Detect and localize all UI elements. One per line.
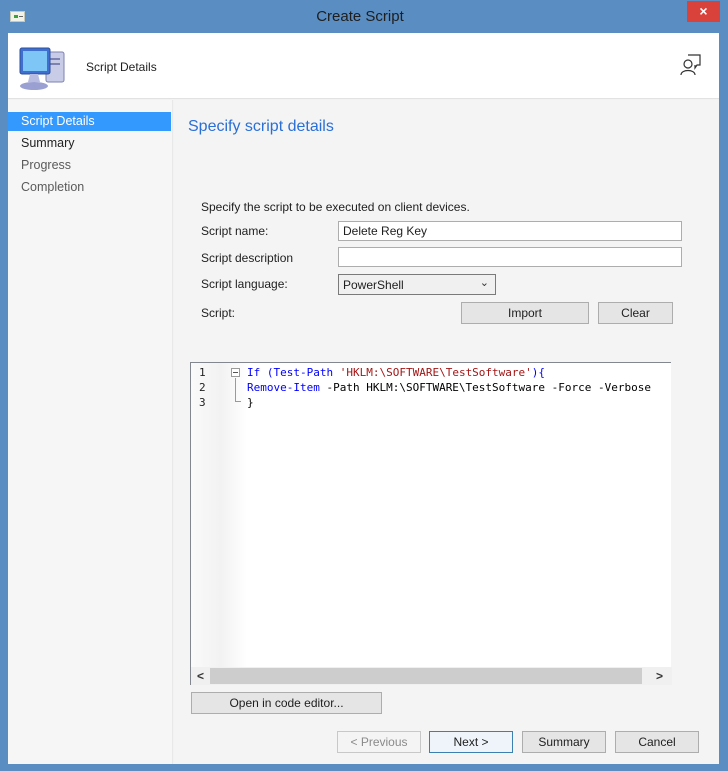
open-in-code-editor-button[interactable]: Open in code editor... <box>191 692 382 714</box>
wizard-header: Script Details <box>8 33 719 99</box>
wizard-body: Script Details Script Details Summary Pr… <box>8 33 719 764</box>
code-token: } <box>247 396 254 409</box>
code-token: Test-Path <box>273 366 334 379</box>
horizontal-scrollbar[interactable]: < > <box>191 667 672 685</box>
sidebar-item-script-details[interactable]: Script Details <box>8 112 171 131</box>
import-button[interactable]: Import <box>461 302 589 324</box>
sidebar-item-completion[interactable]: Completion <box>8 178 171 197</box>
line-number: 1 <box>199 366 206 379</box>
script-name-input[interactable] <box>338 221 682 241</box>
script-description-label: Script description <box>201 251 294 265</box>
computer-icon <box>19 47 65 90</box>
scroll-right-arrow[interactable]: > <box>651 668 668 684</box>
script-name-label: Script name: <box>201 224 269 238</box>
line-number: 3 <box>199 396 206 409</box>
code-token: ( <box>260 366 274 379</box>
previous-button[interactable]: < Previous <box>337 731 421 753</box>
wizard-steps-sidebar: Script Details Summary Progress Completi… <box>8 100 173 764</box>
script-code-editor[interactable]: 1 2 3 If (Test-Path 'HKLM:\SOFTWARE\Test… <box>190 362 672 685</box>
page-title: Specify script details <box>188 118 334 135</box>
next-button[interactable]: Next > <box>429 731 513 753</box>
code-token: -Path HKLM:\SOFTWARE\TestSoftware -Force… <box>319 381 651 394</box>
sidebar-item-summary[interactable]: Summary <box>8 134 171 153</box>
script-language-select[interactable]: PowerShell ⌄ <box>338 274 496 295</box>
scrollbar-thumb[interactable] <box>210 668 642 684</box>
code-line[interactable]: } <box>247 396 254 409</box>
line-number: 2 <box>199 381 206 394</box>
summary-button[interactable]: Summary <box>522 731 606 753</box>
script-language-value: PowerShell <box>343 278 404 292</box>
script-language-label: Script language: <box>201 277 288 291</box>
fold-guide <box>235 378 236 402</box>
header-title: Script Details <box>86 60 157 74</box>
window-title: Create Script <box>316 8 404 25</box>
intro-text: Specify the script to be executed on cli… <box>201 200 470 214</box>
scroll-left-arrow[interactable]: < <box>192 668 209 684</box>
cancel-button[interactable]: Cancel <box>615 731 699 753</box>
close-button[interactable]: × <box>687 1 720 22</box>
create-script-window: Create Script × Script Details Script De… <box>0 0 728 771</box>
code-line[interactable]: Remove-Item -Path HKLM:\SOFTWARE\TestSof… <box>247 381 651 394</box>
code-token: Remove-Item <box>247 381 320 394</box>
chevron-down-icon: ⌄ <box>479 277 489 289</box>
collapse-icon[interactable] <box>231 368 240 377</box>
clear-button[interactable]: Clear <box>598 302 673 324</box>
code-token: 'HKLM:\SOFTWARE\TestSoftware' <box>339 366 532 379</box>
code-token: If <box>247 366 261 379</box>
script-description-input[interactable] <box>338 247 682 267</box>
main-content: Specify script details Specify the scrip… <box>174 100 719 764</box>
title-bar[interactable]: Create Script × <box>0 0 720 33</box>
code-token: ){ <box>531 366 546 379</box>
fold-guide-end <box>235 401 241 402</box>
script-label: Script: <box>201 306 236 320</box>
code-line[interactable]: If (Test-Path 'HKLM:\SOFTWARE\TestSoftwa… <box>247 366 545 379</box>
sidebar-item-progress[interactable]: Progress <box>8 156 171 175</box>
help-person-icon[interactable] <box>680 53 702 77</box>
